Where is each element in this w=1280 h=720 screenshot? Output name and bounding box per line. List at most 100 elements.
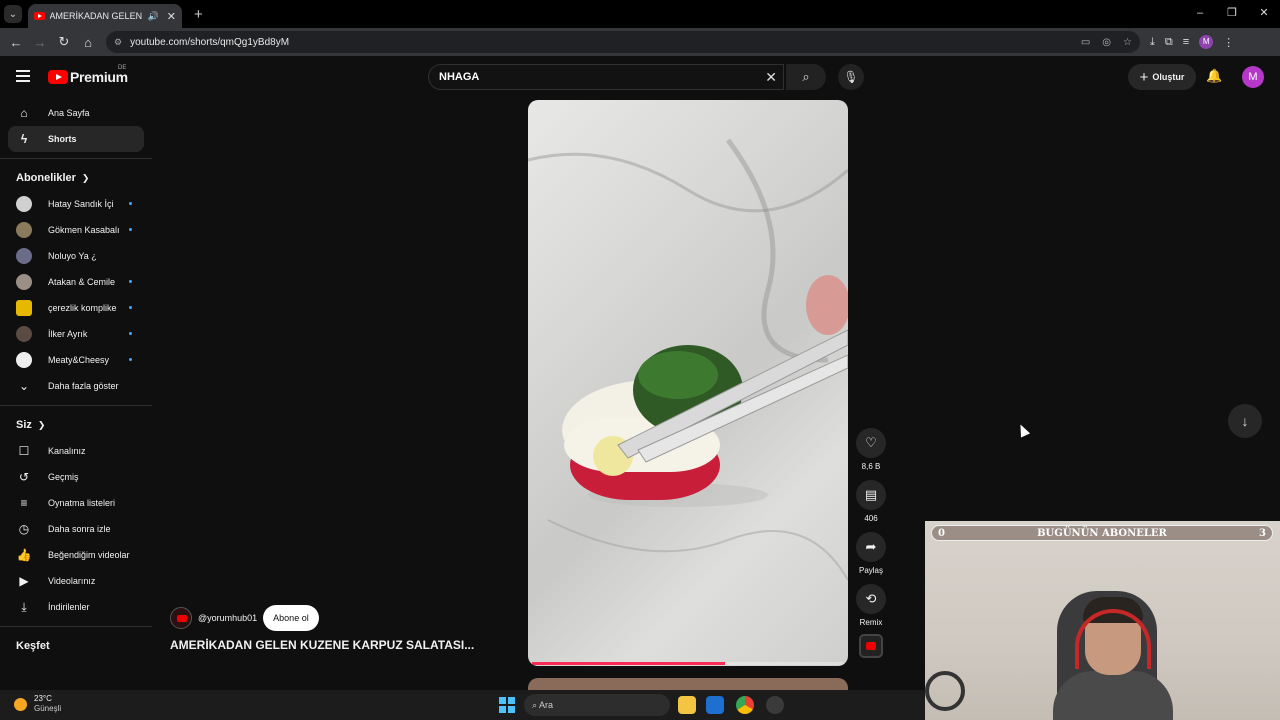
sidebar-item-subscription[interactable]: Noluyo Ya ¿: [8, 243, 144, 269]
channel-avatar: [16, 300, 32, 316]
short-title[interactable]: AMERİKADAN GELEN KUZENE KARPUZ SALATASI.…: [170, 638, 474, 652]
remix-icon[interactable]: ⟲: [856, 584, 886, 614]
sidebar-item-playlists[interactable]: ≡ Oynatma listeleri: [8, 490, 144, 516]
close-window-button[interactable]: ✕: [1248, 0, 1280, 28]
tab-title: AMERİKADAN GELEN KUZENE KARPUZ SALATASI: [49, 11, 144, 21]
cast-icon[interactable]: ▭: [1081, 37, 1090, 48]
chrome-menu-icon[interactable]: ⋮: [1223, 36, 1234, 49]
video-frame: [528, 138, 848, 581]
new-content-dot: [129, 306, 132, 309]
sidebar-item-label: Kanalınız: [48, 446, 86, 456]
weather-widget[interactable]: 23°C Güneşli: [34, 694, 61, 714]
sidebar-item-subscription[interactable]: Hatay Sandık İçi: [8, 191, 144, 217]
comment-icon[interactable]: ▤: [856, 480, 886, 510]
sidebar-item-your-videos[interactable]: ▶ Videolarınız: [8, 568, 144, 594]
sidebar-item-subscription[interactable]: Meaty&Cheesy: [8, 347, 144, 373]
youtube-logo[interactable]: Premium DE: [48, 65, 128, 85]
comment-action[interactable]: ▤ 406: [856, 480, 886, 523]
weather-condition: Güneşli: [34, 704, 62, 713]
youtube-play-icon: [48, 70, 68, 84]
sidebar-item-watch-later[interactable]: ◷ Daha sonra izle: [8, 516, 144, 542]
chrome-icon[interactable]: [736, 696, 754, 714]
sidebar-item-home[interactable]: ⌂ Ana Sayfa: [8, 100, 144, 126]
channel-icon: ☐: [18, 444, 30, 458]
home-icon: ⌂: [20, 106, 28, 120]
home-icon[interactable]: ⌂: [76, 35, 100, 50]
extensions-icon[interactable]: ⧉: [1165, 36, 1173, 49]
notifications-bell-icon[interactable]: 🔔: [1206, 68, 1222, 84]
search-query[interactable]: NHAGA: [439, 71, 479, 83]
channel-avatar: [16, 222, 32, 238]
video-progress-bar[interactable]: [532, 662, 844, 665]
like-icon[interactable]: ♡: [856, 428, 886, 458]
guide-sidebar: ⌂ Ana Sayfa ϟ Shorts Abonelikler ❯ Hatay …: [0, 100, 152, 690]
account-avatar[interactable]: M: [1242, 66, 1264, 88]
sidebar-item-liked-videos[interactable]: 👍 Beğendiğim videolar: [8, 542, 144, 568]
sidebar-item-label: Gökmen Kasabalı: [48, 225, 120, 235]
share-icon[interactable]: ➦: [856, 532, 886, 562]
address-bar[interactable]: ⚙ youtube.com/shorts/qmQg1yBd8yM ▭ ◎ ☆: [106, 31, 1140, 53]
sidebar-item-subscription[interactable]: Gökmen Kasabalı: [8, 217, 144, 243]
sidebar-item-subscription[interactable]: İlker Ayrık: [8, 321, 144, 347]
taskbar-search[interactable]: ⌕ Ara: [524, 694, 670, 716]
tab-search-button[interactable]: ⌄: [4, 5, 22, 23]
reload-icon[interactable]: ↻: [52, 34, 76, 50]
create-button[interactable]: + Oluştur: [1128, 64, 1196, 90]
chevron-right-icon: ❯: [81, 172, 90, 183]
thumbs-up-icon: 👍: [16, 548, 32, 562]
subscriptions-heading[interactable]: Abonelikler ❯: [0, 165, 152, 191]
video-progress-fill: [532, 662, 726, 665]
sidebar-item-shorts[interactable]: ϟ Shorts: [8, 126, 144, 152]
channel-handle[interactable]: @yorumhub01: [198, 613, 257, 623]
short-video-player[interactable]: [528, 100, 848, 666]
download-icon[interactable]: ⤓: [1150, 36, 1155, 49]
forward-icon[interactable]: →: [28, 35, 52, 50]
sidebar-item-label: Noluyo Ya ¿: [48, 251, 97, 261]
channel-avatar: [16, 352, 32, 368]
mail-icon[interactable]: [706, 696, 724, 714]
sun-icon[interactable]: [14, 698, 27, 711]
sidebar-item-history[interactable]: ↺ Geçmiş: [8, 464, 144, 490]
new-tab-button[interactable]: +: [194, 6, 203, 23]
sidebar-item-label: Beğendiğim videolar: [48, 550, 130, 560]
windows-start-icon[interactable]: [499, 697, 515, 713]
tab-close-icon[interactable]: ✕: [167, 10, 176, 23]
clear-search-icon[interactable]: ✕: [765, 69, 777, 86]
minimize-button[interactable]: –: [1184, 0, 1216, 28]
sidebar-item-your-channel[interactable]: ☐ Kanalınız: [8, 438, 144, 464]
channel-avatar[interactable]: [170, 607, 192, 629]
speaker-icon[interactable]: 🔊: [148, 11, 159, 22]
you-heading[interactable]: Siz ❯: [0, 412, 152, 438]
file-explorer-icon[interactable]: [678, 696, 696, 714]
url-text[interactable]: youtube.com/shorts/qmQg1yBd8yM: [130, 37, 289, 48]
browser-tabstrip: ⌄ AMERİKADAN GELEN KUZENE KARPUZ SALATAS…: [0, 0, 1280, 28]
sidebar-item-label: Daha fazla göster: [48, 381, 119, 391]
remix-action[interactable]: ⟲ Remix: [856, 584, 886, 627]
sidebar-item-downloads[interactable]: ⤓ İndirilenler: [8, 594, 144, 620]
sidebar-item-subscription[interactable]: Atakan & Cemile: [8, 269, 144, 295]
back-icon[interactable]: ←: [4, 35, 28, 50]
media-icon[interactable]: ≡: [1183, 36, 1189, 48]
like-action[interactable]: ♡ 8,6 B: [856, 428, 886, 471]
profile-avatar[interactable]: M: [1199, 35, 1214, 49]
search-icon: ⌕: [802, 69, 810, 84]
eye-off-icon[interactable]: ◎: [1102, 37, 1111, 48]
webcam-overlay: 0 BUGÜNÜN ABONELER 3: [925, 521, 1280, 720]
site-info-icon[interactable]: ⚙: [114, 37, 122, 48]
next-short-button[interactable]: ↓: [1228, 404, 1262, 438]
search-button[interactable]: ⌕: [786, 64, 826, 90]
show-more-button[interactable]: ⌄ Daha fazla göster: [8, 373, 144, 399]
menu-icon[interactable]: [16, 70, 30, 82]
subscribe-button[interactable]: Abone ol: [263, 605, 319, 631]
next-short-preview[interactable]: [528, 678, 848, 690]
share-action[interactable]: ➦ Paylaş: [856, 532, 886, 575]
mic-icon: 🎙: [843, 70, 859, 84]
sound-thumbnail[interactable]: [859, 634, 883, 658]
browser-tab[interactable]: AMERİKADAN GELEN KUZENE KARPUZ SALATASI …: [28, 4, 182, 28]
settings-app-icon[interactable]: [766, 696, 784, 714]
bookmark-star-icon[interactable]: ☆: [1123, 37, 1132, 48]
sidebar-item-subscription[interactable]: çerezlik komplike: [8, 295, 144, 321]
search-input[interactable]: NHAGA ✕: [428, 64, 784, 90]
voice-search-button[interactable]: 🎙: [838, 64, 864, 90]
restore-button[interactable]: ❐: [1216, 0, 1248, 28]
